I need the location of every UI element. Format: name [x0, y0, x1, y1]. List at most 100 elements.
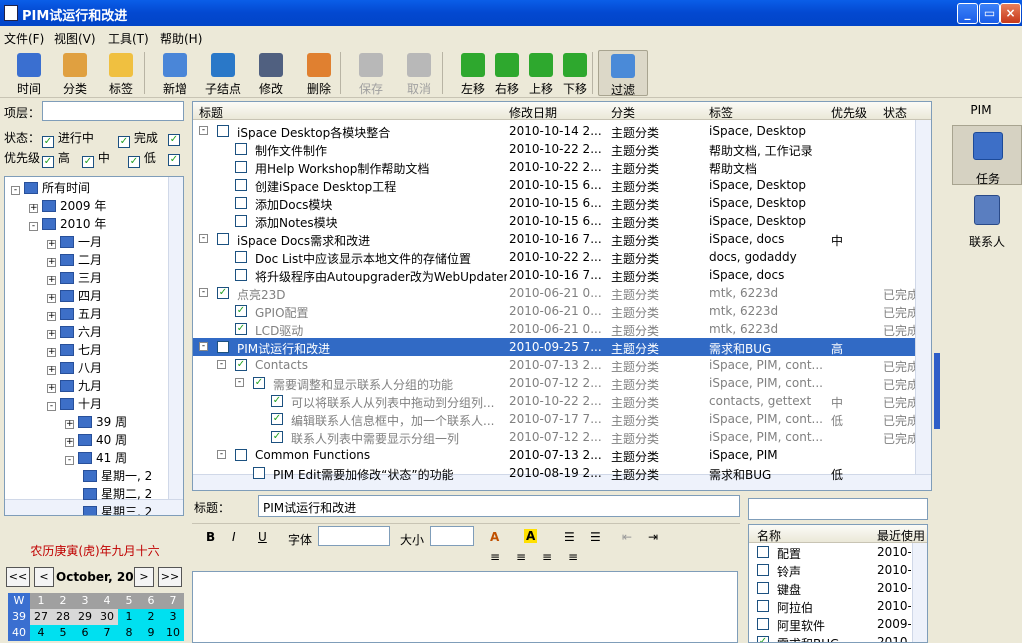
expand-toggle-icon[interactable]: -	[47, 402, 56, 411]
menu-view[interactable]: 视图(V)	[54, 30, 96, 47]
calendar-cell[interactable]: 29	[74, 609, 96, 625]
tree-node[interactable]: +39 周	[65, 413, 127, 431]
task-row[interactable]: -✓ 点亮23D 2010-06-21 0... 主题分类 mtk, 6223d 已完成	[193, 284, 915, 302]
align-right-icon[interactable]: ≡	[542, 550, 552, 564]
task-checkbox[interactable]	[235, 449, 247, 461]
task-row[interactable]: - iSpace Desktop各模块整合 2010-10-14 2... 主题分类 i…	[193, 122, 915, 140]
menu-help[interactable]: 帮助(H)	[160, 30, 202, 47]
tree-node[interactable]: 星期二, 2	[83, 485, 152, 503]
expand-toggle-icon[interactable]: -	[199, 288, 208, 297]
task-row[interactable]: - ✓ 需要调整和显示联系人分组的功能 2010-07-12 2... 主题分类 iSpa…	[193, 374, 915, 392]
task-row[interactable]: ✓ 编辑联系人信息框中，加一个联系人... 2010-07-17 7... 主题分类 i…	[193, 410, 915, 428]
task-checkbox[interactable]: ✓	[235, 305, 247, 317]
filter-button[interactable]: 过滤	[598, 50, 648, 97]
tag-col-recent[interactable]: 最近使用	[877, 527, 925, 544]
task-checkbox[interactable]: ✓	[271, 395, 283, 407]
tree-node[interactable]: - 十月	[47, 395, 102, 413]
tree-node[interactable]: + 四月	[47, 287, 102, 305]
status-in-progress-checkbox[interactable]: ✓ 进行中	[42, 129, 94, 148]
expand-toggle-icon[interactable]: +	[47, 312, 56, 321]
expand-toggle-icon[interactable]: -	[217, 450, 226, 459]
tree-node[interactable]: - 所有时间	[11, 179, 90, 197]
tree-vscroll[interactable]	[168, 177, 183, 499]
tag-checkbox[interactable]	[757, 582, 769, 594]
task-row[interactable]: - iSpace Docs需求和改进 2010-10-16 7... 主题分类 iSpa…	[193, 230, 915, 248]
task-checkbox[interactable]	[235, 179, 247, 191]
task-checkbox[interactable]	[217, 341, 229, 353]
status-done-checkbox[interactable]: ✓ 完成	[118, 129, 158, 148]
task-row[interactable]: 用Help Workshop制作帮助文档 2010-10-22 2... 主题分类 帮…	[193, 158, 915, 176]
tag-row[interactable]: 铃声 2010-0	[749, 561, 911, 579]
calendar-cell[interactable]: 9	[140, 625, 162, 641]
calendar-cell[interactable]: 3	[162, 609, 184, 625]
calendar-cell[interactable]: 1	[118, 609, 140, 625]
expand-toggle-icon[interactable]: -	[235, 378, 244, 387]
italic-button[interactable]: I	[232, 530, 236, 544]
expand-toggle-icon[interactable]: -	[29, 222, 38, 231]
status-extra-checkbox[interactable]: ✓	[168, 129, 180, 146]
tree-node[interactable]: 星期一, 2	[83, 467, 152, 485]
expand-toggle-icon[interactable]: +	[47, 348, 56, 357]
priority-low-checkbox[interactable]: ✓ 低	[128, 149, 156, 168]
expand-toggle-icon[interactable]: -	[11, 186, 20, 195]
expand-toggle-icon[interactable]: -	[199, 234, 208, 243]
expand-toggle-icon[interactable]: +	[29, 204, 38, 213]
task-row[interactable]: ✓ LCD驱动 2010-06-21 0... 主题分类 mtk, 6223d 已完成	[193, 320, 915, 338]
calendar-cell[interactable]: 30	[96, 609, 118, 625]
expand-toggle-icon[interactable]: +	[65, 420, 74, 429]
task-checkbox[interactable]	[235, 269, 247, 281]
align-justify-icon[interactable]: ≡	[568, 550, 578, 564]
tag-checkbox[interactable]	[757, 600, 769, 612]
task-checkbox[interactable]: ✓	[271, 413, 283, 425]
task-checkbox[interactable]	[235, 251, 247, 263]
time-button[interactable]: 时间	[4, 50, 54, 96]
indent-icon[interactable]: ⇥	[648, 530, 658, 544]
next-year-button[interactable]: >>	[158, 567, 182, 587]
col-title[interactable]: 标题	[199, 104, 223, 121]
category-button[interactable]: 分类	[50, 50, 100, 96]
task-row[interactable]: 添加Notes模块 2010-10-15 6... 主题分类 iSpace, Desk…	[193, 212, 915, 230]
tree-node[interactable]: + 一月	[47, 233, 102, 251]
tree-node[interactable]: +2009 年	[29, 197, 106, 215]
task-row[interactable]: 制作文件制作 2010-10-22 2... 主题分类 帮助文档, 工作记录	[193, 140, 915, 158]
expand-toggle-icon[interactable]: +	[47, 330, 56, 339]
tree-node[interactable]: +40 周	[65, 431, 127, 449]
task-row[interactable]: Doc List中应该显示本地文件的存储位置 2010-10-22 2... 主题分…	[193, 248, 915, 266]
expand-toggle-icon[interactable]: +	[47, 294, 56, 303]
font-select[interactable]	[318, 526, 390, 546]
next-month-button[interactable]: >	[134, 567, 154, 587]
child-node-button[interactable]: 子结点	[198, 50, 248, 96]
expand-toggle-icon[interactable]: -	[199, 342, 208, 351]
numbered-list-icon[interactable]: ☰	[564, 530, 575, 544]
tag-col-name[interactable]: 名称	[757, 527, 781, 544]
task-row[interactable]: - PIM试运行和改进 2010-09-25 7... 主题分类 需求和BUG 高	[193, 338, 915, 356]
calendar-cell[interactable]: 28	[52, 609, 74, 625]
bold-button[interactable]: B	[206, 530, 215, 544]
expand-toggle-icon[interactable]: -	[217, 360, 226, 369]
contacts-button[interactable]: 联系人	[952, 191, 1022, 251]
top-level-input[interactable]	[42, 101, 184, 121]
menu-tools[interactable]: 工具(T)	[108, 30, 149, 47]
tree-node[interactable]: + 六月	[47, 323, 102, 341]
size-select[interactable]	[430, 526, 474, 546]
tree-node[interactable]: + 七月	[47, 341, 102, 359]
tag-row[interactable]: 配置 2010-0	[749, 543, 911, 561]
expand-toggle-icon[interactable]: +	[47, 258, 56, 267]
priority-high-checkbox[interactable]: ✓ 高	[42, 149, 70, 168]
underline-button[interactable]: U	[258, 530, 267, 544]
tag-checkbox[interactable]	[757, 546, 769, 558]
task-checkbox[interactable]: ✓	[217, 287, 229, 299]
calendar-cell[interactable]: 7	[96, 625, 118, 641]
expand-toggle-icon[interactable]: +	[47, 366, 56, 375]
expand-toggle-icon[interactable]: +	[65, 438, 74, 447]
task-row[interactable]: ✓ GPIO配置 2010-06-21 0... 主题分类 mtk, 6223d 已完成	[193, 302, 915, 320]
tag-button[interactable]: 标签	[96, 50, 146, 96]
tree-node[interactable]: + 五月	[47, 305, 102, 323]
outdent-icon[interactable]: ⇤	[622, 530, 632, 544]
edit-button[interactable]: 修改	[246, 50, 296, 96]
close-button[interactable]: ×	[1000, 3, 1021, 24]
editor-title-input[interactable]: PIM试运行和改进	[258, 495, 740, 517]
calendar-cell[interactable]: 2	[140, 609, 162, 625]
tag-search-input[interactable]	[748, 498, 928, 520]
tree-node[interactable]: + 三月	[47, 269, 102, 287]
